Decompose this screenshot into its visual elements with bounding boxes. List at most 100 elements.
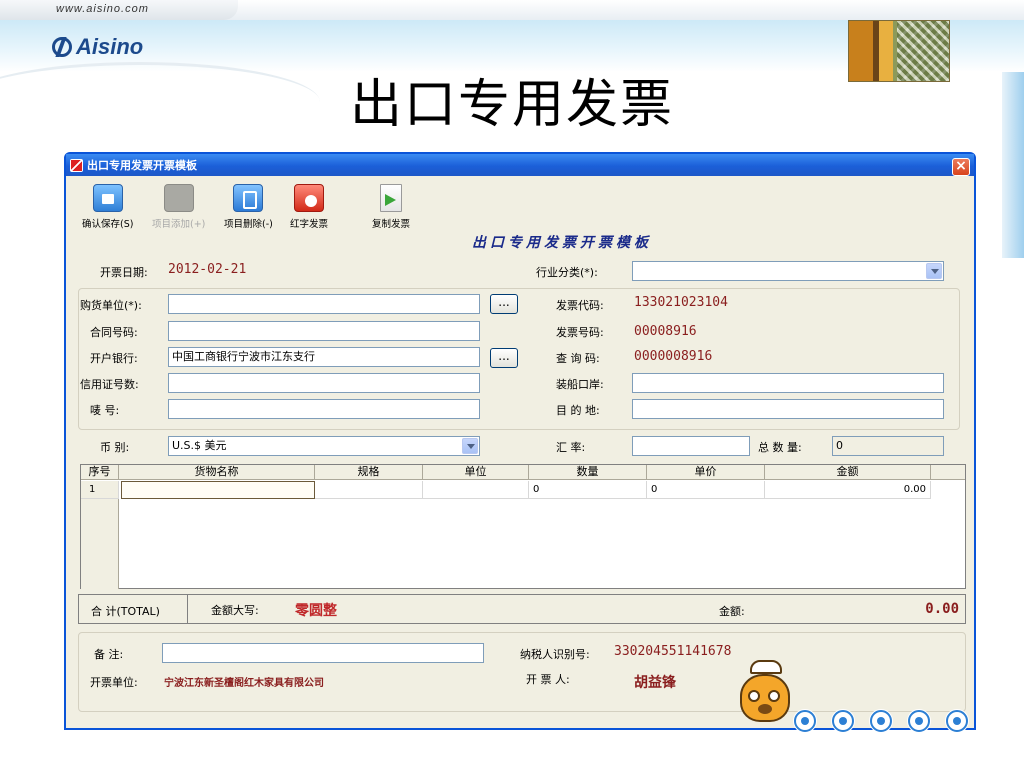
items-grid: 序号 货物名称 规格 单位 数量 单价 金额 1 0 0 0.00 bbox=[80, 464, 966, 589]
add-item-icon bbox=[163, 184, 194, 212]
app-icon bbox=[70, 158, 83, 172]
port-input[interactable] bbox=[632, 373, 944, 393]
save-label: 确认保存(S) bbox=[82, 219, 134, 230]
drawer-value: 胡益锋 bbox=[634, 675, 676, 691]
buyer-label: 购货单位(*): bbox=[80, 299, 142, 312]
amount-words-label: 金额大写: bbox=[211, 604, 259, 617]
delete-item-label: 项目删除(-) bbox=[224, 219, 273, 230]
qty-input[interactable]: 0 bbox=[832, 436, 944, 456]
toolbar: 确认保存(S) 项目添加(+) 项目删除(-) 红字发票 复制发票 bbox=[66, 178, 486, 234]
currency-value: U.S.$ 美元 bbox=[172, 439, 227, 452]
col-header-no[interactable]: 序号 bbox=[81, 465, 119, 480]
cell-qty[interactable]: 0 bbox=[529, 481, 647, 499]
buyer-lookup-button[interactable]: ... bbox=[490, 294, 518, 314]
col-header-qty[interactable]: 数量 bbox=[529, 465, 647, 480]
date-label: 开票日期: bbox=[100, 266, 148, 279]
query-label: 查 询 码: bbox=[556, 352, 600, 365]
delete-item-icon bbox=[233, 184, 264, 212]
lc-label: 信用证号数: bbox=[80, 378, 139, 391]
drawer-label: 开 票 人: bbox=[526, 673, 570, 686]
save-icon bbox=[92, 184, 123, 212]
window-title: 出口专用发票开票模板 bbox=[87, 159, 197, 172]
logo-mark-icon bbox=[52, 37, 72, 57]
industry-label: 行业分类(*): bbox=[536, 266, 598, 279]
qty-label: 总 数 量: bbox=[758, 441, 802, 454]
red-invoice-icon bbox=[294, 184, 324, 212]
grid-header: 序号 货物名称 规格 单位 数量 单价 金额 bbox=[81, 465, 965, 480]
bank-lookup-button[interactable]: ... bbox=[490, 348, 518, 368]
status-icons bbox=[794, 710, 968, 732]
cell-name[interactable] bbox=[121, 481, 315, 499]
invoice-code-value: 133021023104 bbox=[634, 295, 728, 310]
issuer-value: 宁波江东新圣檀阁红木家具有限公司 bbox=[164, 678, 324, 689]
keyboard-icon[interactable] bbox=[908, 710, 930, 732]
cell-no: 1 bbox=[81, 481, 119, 499]
cell-price[interactable]: 0 bbox=[647, 481, 765, 499]
industry-select[interactable] bbox=[632, 261, 944, 281]
rate-input[interactable] bbox=[632, 436, 750, 456]
amount-words-value: 零圆整 bbox=[295, 603, 337, 619]
close-button[interactable]: × bbox=[952, 158, 970, 176]
remark-input[interactable] bbox=[162, 643, 484, 663]
mark-input[interactable] bbox=[168, 399, 480, 419]
invoice-window: 出口专用发票开票模板 × 确认保存(S) 项目添加(+) 项目删除(-) 红字发… bbox=[64, 152, 976, 732]
lc-input[interactable] bbox=[168, 373, 480, 393]
url-tab: www.aisino.com bbox=[0, 0, 238, 20]
cell-unit[interactable] bbox=[423, 481, 529, 499]
col-header-name[interactable]: 货物名称 bbox=[119, 465, 315, 480]
rate-label: 汇 率: bbox=[556, 441, 586, 454]
chevron-down-icon[interactable] bbox=[926, 263, 942, 279]
red-invoice-label: 红字发票 bbox=[290, 219, 329, 230]
invoice-no-value: 00008916 bbox=[634, 324, 697, 339]
cell-amount[interactable]: 0.00 bbox=[765, 481, 931, 499]
date-value: 2012-02-21 bbox=[168, 262, 247, 277]
cell-spec[interactable] bbox=[315, 481, 423, 499]
query-value: 0000008916 bbox=[634, 349, 713, 364]
copy-invoice-icon bbox=[380, 184, 402, 212]
dots-icon[interactable] bbox=[870, 710, 892, 732]
delete-item-button[interactable]: 项目删除(-) bbox=[224, 184, 273, 230]
currency-label: 币 别: bbox=[100, 441, 130, 454]
issuer-label: 开票单位: bbox=[90, 676, 138, 689]
dest-input[interactable] bbox=[632, 399, 944, 419]
bank-label: 开户银行: bbox=[90, 352, 138, 365]
site-url: www.aisino.com bbox=[56, 3, 149, 15]
col-header-unit[interactable]: 单位 bbox=[423, 465, 529, 480]
amount-label: 金额: bbox=[719, 605, 745, 618]
taxid-label: 纳税人识别号: bbox=[520, 648, 590, 661]
chinese-input-icon[interactable] bbox=[794, 710, 816, 732]
wrench-icon[interactable] bbox=[946, 710, 968, 732]
currency-select[interactable]: U.S.$ 美元 bbox=[168, 436, 480, 456]
amount-value: 0.00 bbox=[925, 601, 959, 617]
mascot-image bbox=[734, 660, 796, 732]
red-invoice-button[interactable]: 红字发票 bbox=[290, 184, 328, 230]
taxid-value: 330204551141678 bbox=[614, 644, 732, 659]
contract-label: 合同号码: bbox=[90, 326, 138, 339]
bank-input[interactable]: 中国工商银行宁波市江东支行 bbox=[168, 347, 480, 367]
copy-invoice-label: 复制发票 bbox=[372, 219, 411, 230]
col-header-price[interactable]: 单价 bbox=[647, 465, 765, 480]
invoice-no-label: 发票号码: bbox=[556, 326, 604, 339]
dest-label: 目 的 地: bbox=[556, 404, 600, 417]
buyer-input[interactable] bbox=[168, 294, 480, 314]
totals-bar: 合 计(TOTAL) 金额大写: 零圆整 金额: 0.00 bbox=[78, 594, 966, 624]
col-header-amount[interactable]: 金额 bbox=[765, 465, 931, 480]
port-label: 装船口岸: bbox=[556, 378, 604, 391]
logo-text: Aisino bbox=[76, 34, 144, 59]
invoice-code-label: 发票代码: bbox=[556, 299, 604, 312]
moon-icon[interactable] bbox=[832, 710, 854, 732]
chevron-down-icon[interactable] bbox=[462, 438, 478, 454]
mark-label: 唛 号: bbox=[90, 404, 120, 417]
add-item-button[interactable]: 项目添加(+) bbox=[152, 184, 205, 230]
remark-label: 备 注: bbox=[94, 648, 124, 661]
col-header-spec[interactable]: 规格 bbox=[315, 465, 423, 480]
slide-title: 出口专用发票 bbox=[349, 75, 674, 135]
aisino-logo: Aisino bbox=[52, 34, 143, 60]
window-title-bar[interactable]: 出口专用发票开票模板 × bbox=[66, 154, 974, 176]
add-item-label: 项目添加(+) bbox=[152, 219, 206, 230]
form-title: 出口专用发票开票模板 bbox=[472, 235, 652, 251]
totals-divider bbox=[187, 595, 188, 623]
copy-invoice-button[interactable]: 复制发票 bbox=[372, 184, 410, 230]
contract-input[interactable] bbox=[168, 321, 480, 341]
save-button[interactable]: 确认保存(S) bbox=[82, 184, 133, 230]
